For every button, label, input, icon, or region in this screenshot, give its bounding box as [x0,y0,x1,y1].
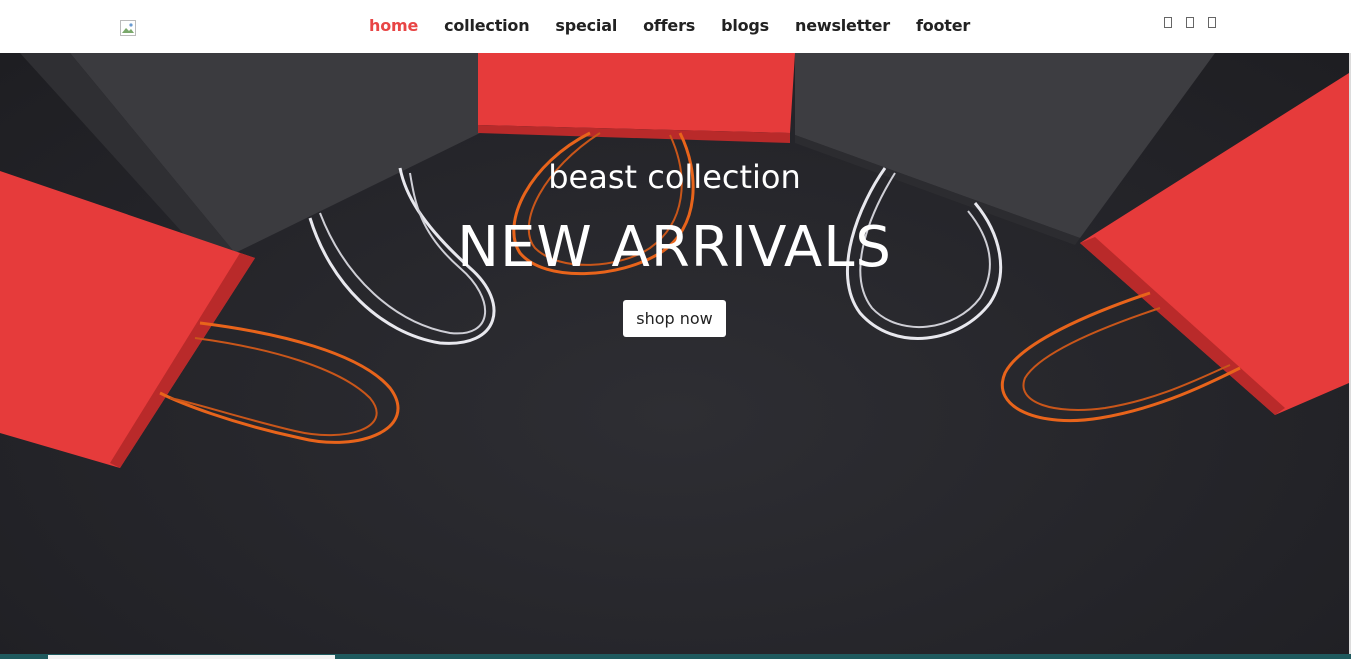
shop-now-button[interactable]: shop now [623,300,726,337]
user-icon[interactable] [1208,17,1216,28]
logo-image-icon[interactable] [120,20,136,36]
nav-link-newsletter[interactable]: newsletter [795,14,890,38]
nav-links: home collection special offers blogs new… [369,14,970,38]
hero-background-image [0,53,1349,468]
hero-title: NEW ARRIVALS [457,215,892,280]
nav-link-collection[interactable]: collection [444,14,530,38]
nav-link-footer[interactable]: footer [916,14,970,38]
nav-link-blogs[interactable]: blogs [721,14,769,38]
navbar: home collection special offers blogs new… [0,0,1351,53]
cart-icon[interactable] [1186,17,1194,28]
nav-link-offers[interactable]: offers [643,14,695,38]
nav-link-home[interactable]: home [369,14,418,38]
nav-icons [1164,17,1216,28]
search-icon[interactable] [1164,17,1172,28]
next-section-card [48,655,335,659]
hero-section: beast collection NEW ARRIVALS shop now [0,53,1349,654]
hero-subtitle: beast collection [548,158,801,196]
nav-link-special[interactable]: special [555,14,617,38]
